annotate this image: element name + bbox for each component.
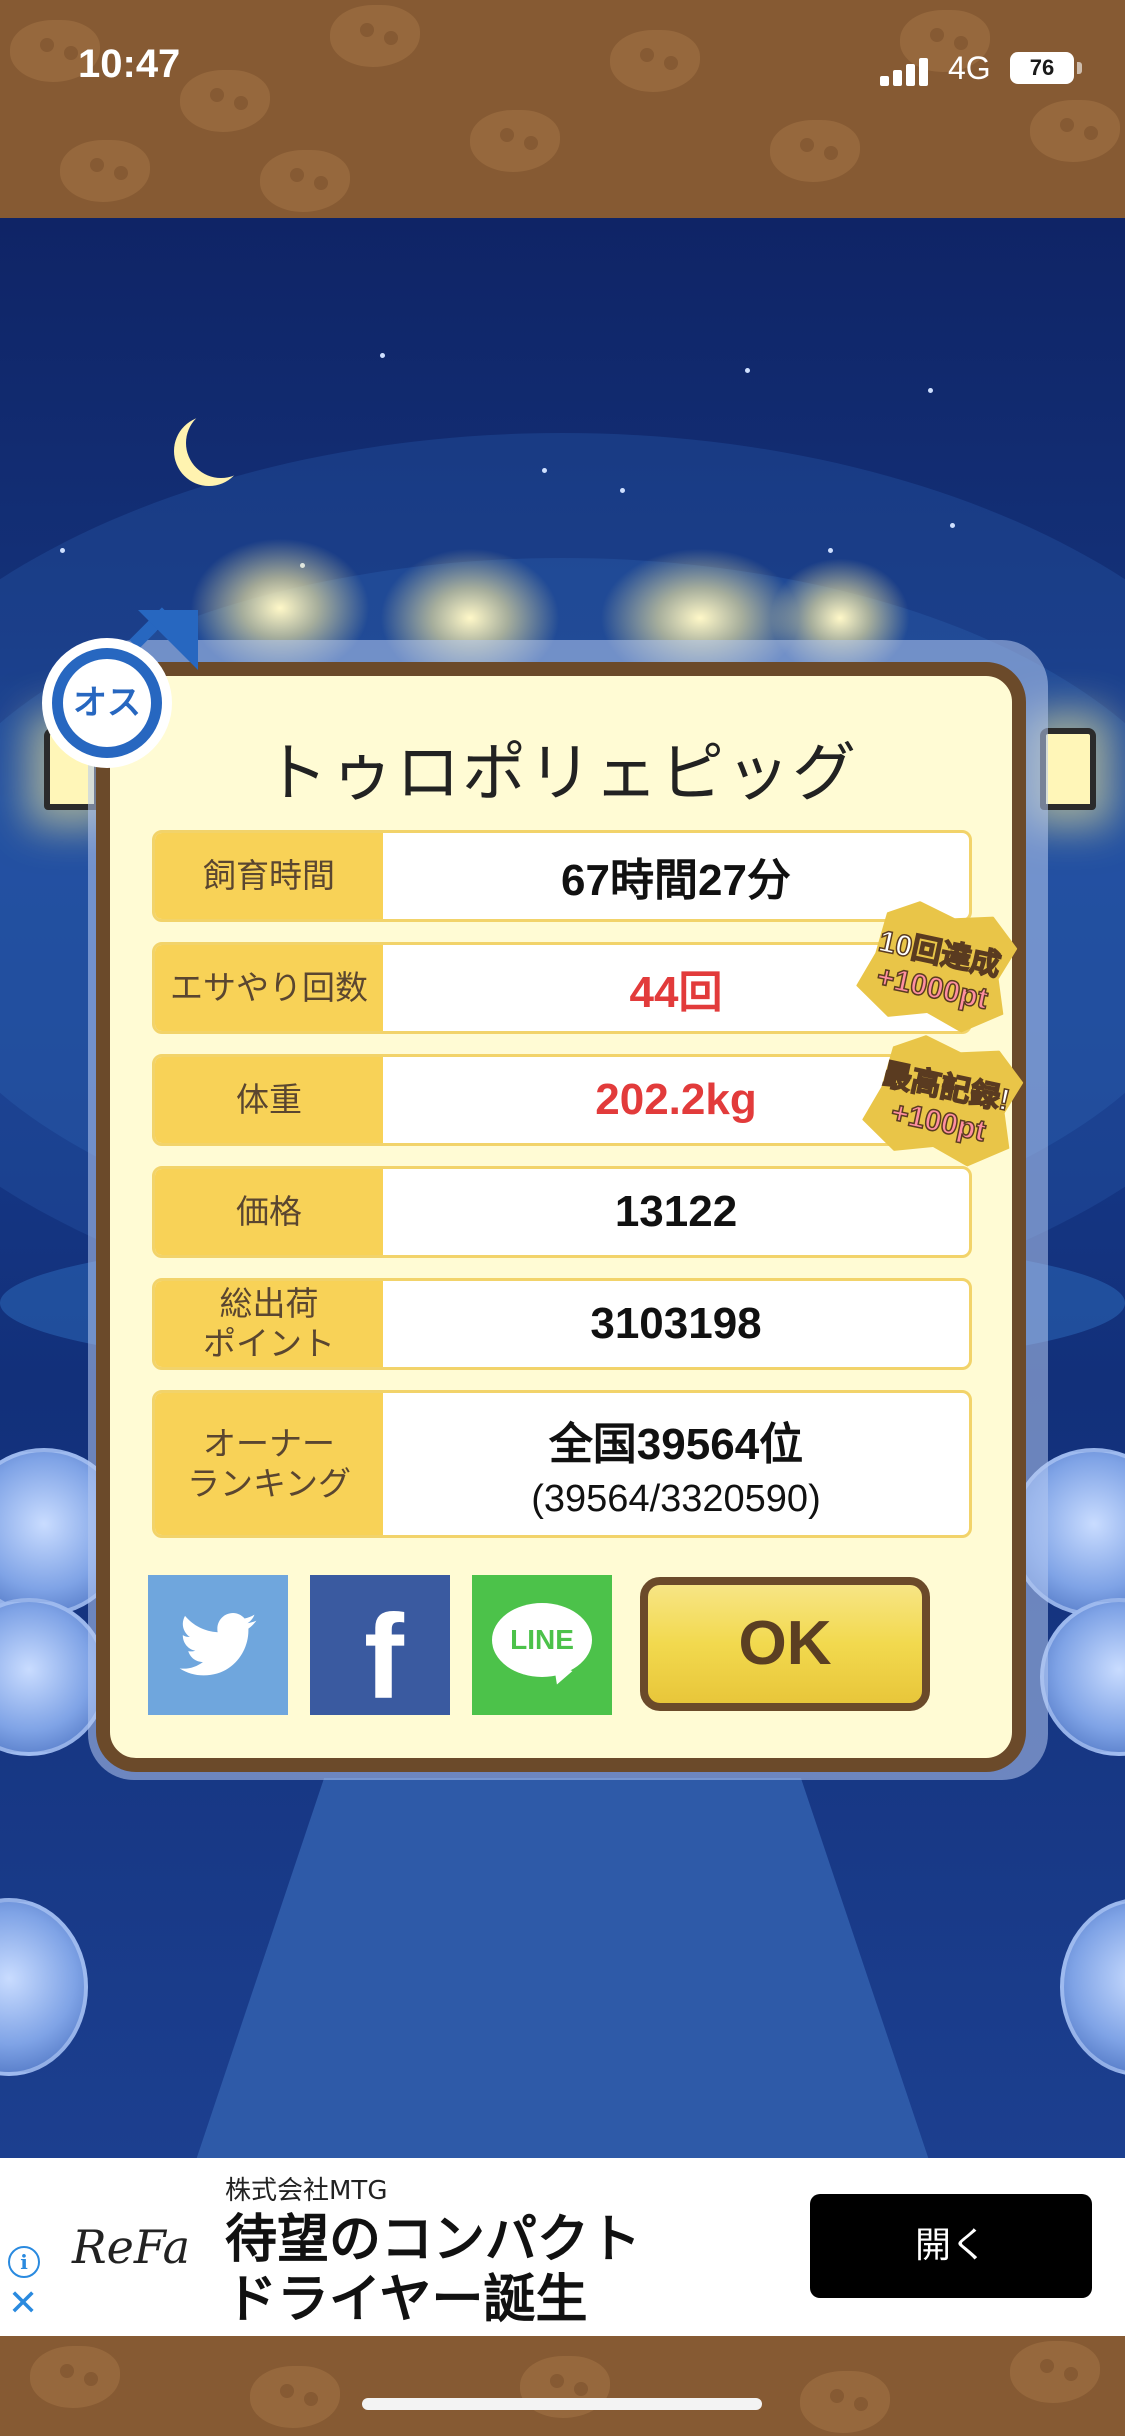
stat-row-weight: 体重 202.2kg (152, 1054, 972, 1146)
status-bar: 10:47 4G 76 (0, 0, 1125, 140)
twitter-icon (179, 1613, 257, 1676)
status-time: 10:47 (78, 42, 181, 86)
stat-value: 3103198 (590, 1299, 762, 1348)
ad-banner[interactable]: i ✕ ReFa 株式会社MTG 待望のコンパクト ドライヤー誕生 開く (0, 2158, 1125, 2336)
battery-icon: 76 (1010, 52, 1082, 84)
line-share-button[interactable]: LINE (472, 1575, 612, 1715)
ad-logo: ReFa (72, 2220, 191, 2274)
ad-open-button[interactable]: 開く (810, 2194, 1092, 2298)
stat-value: 全国39564位 (39564/3320590) (531, 1419, 821, 1520)
stat-label: 体重 (155, 1057, 383, 1143)
stat-label: 飼育時間 (155, 833, 383, 919)
stat-label: 総出荷 ポイント (155, 1281, 383, 1367)
facebook-icon: f (364, 1590, 404, 1724)
moon-icon (186, 408, 256, 478)
stats-list: 飼育時間 67時間27分 エサやり回数 44回 体重 202.2kg 価格 13… (152, 830, 972, 1558)
male-gender-icon: オス (38, 604, 198, 768)
twitter-share-button[interactable] (148, 1575, 288, 1715)
ad-headline: 待望のコンパクト ドライヤー誕生 (225, 2210, 642, 2330)
home-indicator[interactable] (362, 2398, 762, 2410)
bottom-pattern-band (0, 2336, 1125, 2436)
info-icon[interactable]: i (8, 2246, 40, 2278)
stat-row-feed-count: エサやり回数 44回 (152, 942, 972, 1034)
network-type: 4G (948, 50, 991, 86)
facebook-share-button[interactable]: f (310, 1575, 450, 1724)
stat-row-total-points: 総出荷 ポイント 3103198 (152, 1278, 972, 1370)
stat-label: オーナー ランキング (155, 1393, 383, 1535)
ok-button[interactable]: OK (640, 1577, 930, 1711)
pig-breed-title: トゥロポリェピッグ (264, 737, 858, 811)
ranking-detail: (39564/3320590) (531, 1477, 821, 1520)
signal-icon (880, 56, 932, 86)
stat-label: 価格 (155, 1169, 383, 1255)
stat-row-owner-ranking: オーナー ランキング 全国39564位 (39564/3320590) (152, 1390, 972, 1538)
stat-row-raising-time: 飼育時間 67時間27分 (152, 830, 972, 922)
ad-company: 株式会社MTG (225, 2176, 388, 2206)
stat-row-price: 価格 13122 (152, 1166, 972, 1258)
line-icon: LINE (492, 1603, 592, 1677)
close-icon[interactable]: ✕ (8, 2286, 38, 2322)
stat-value: 67時間27分 (561, 856, 791, 905)
stat-label: エサやり回数 (155, 945, 383, 1031)
street-lamp (1040, 728, 1096, 810)
stat-value: 13122 (614, 1187, 738, 1236)
